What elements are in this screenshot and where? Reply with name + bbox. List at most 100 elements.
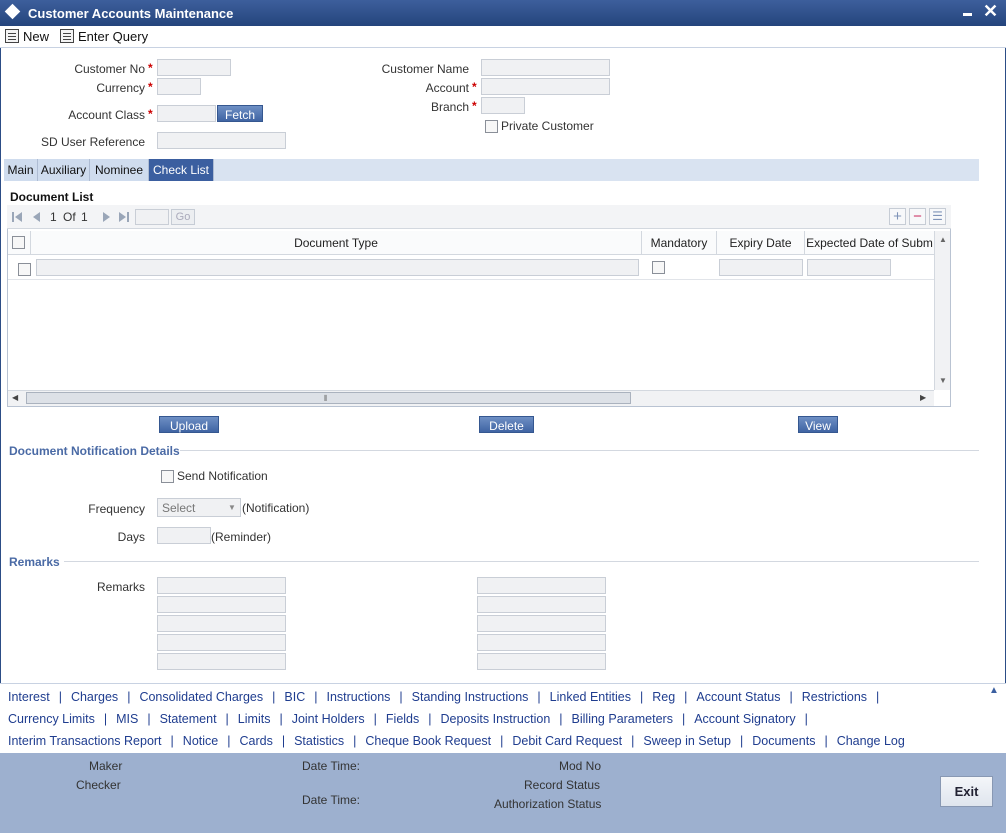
view-button[interactable]: View (798, 416, 838, 433)
private-customer-checkbox[interactable] (485, 120, 498, 133)
select-all-checkbox[interactable] (12, 236, 25, 249)
chevron-down-icon: ▼ (228, 503, 236, 512)
tab-main[interactable]: Main (4, 159, 38, 181)
link-notice[interactable]: Notice (183, 734, 218, 748)
remarks-input-1[interactable] (157, 577, 286, 594)
tab-nominee[interactable]: Nominee (90, 159, 149, 181)
link-fields[interactable]: Fields (386, 712, 419, 726)
mandatory-checkbox[interactable] (652, 261, 665, 274)
link-cheque-book-request[interactable]: Cheque Book Request (365, 734, 491, 748)
link-consolidated-charges[interactable]: Consolidated Charges (139, 690, 263, 704)
link-billing-parameters[interactable]: Billing Parameters (572, 712, 673, 726)
link-joint-holders[interactable]: Joint Holders (292, 712, 365, 726)
link-charges[interactable]: Charges (71, 690, 118, 704)
scroll-left-icon[interactable]: ◀ (12, 393, 18, 402)
delete-row-icon[interactable]: − (909, 208, 926, 225)
link-statement[interactable]: Statement (160, 712, 217, 726)
link-separator: | (58, 690, 62, 704)
link-sweep-in-setup[interactable]: Sweep in Setup (643, 734, 731, 748)
fetch-button[interactable]: Fetch (217, 105, 263, 122)
customer-no-required: * (148, 61, 153, 75)
link-bic[interactable]: BIC (284, 690, 305, 704)
horizontal-scroll-thumb[interactable]: ⦀ (26, 392, 631, 404)
enter-query-button[interactable]: Enter Query (60, 28, 148, 44)
branch-input[interactable] (481, 97, 525, 114)
account-class-input[interactable] (157, 105, 216, 122)
remarks-input-8[interactable] (477, 615, 606, 632)
tab-auxiliary[interactable]: Auxiliary (38, 159, 90, 181)
exit-button[interactable]: Exit (940, 776, 993, 807)
toolbar: New Enter Query (0, 26, 1006, 48)
remarks-input-3[interactable] (157, 615, 286, 632)
branch-label: Branch (430, 100, 469, 114)
last-page-bar (127, 212, 129, 222)
link-restrictions[interactable]: Restrictions (802, 690, 867, 704)
send-notification-checkbox[interactable] (161, 470, 174, 483)
expected-date-input[interactable] (807, 259, 891, 276)
link-interim-transactions-report[interactable]: Interim Transactions Report (8, 734, 162, 748)
link-mis[interactable]: MIS (116, 712, 138, 726)
days-label: Days (117, 530, 145, 544)
link-currency-limits[interactable]: Currency Limits (8, 712, 95, 726)
link-separator: | (804, 712, 808, 726)
link-linked-entities[interactable]: Linked Entities (550, 690, 631, 704)
sd-user-reference-input[interactable] (157, 132, 286, 149)
remarks-input-9[interactable] (477, 634, 606, 651)
link-reg[interactable]: Reg (652, 690, 675, 704)
delete-button[interactable]: Delete (479, 416, 534, 433)
multi-entry-icon[interactable]: ☰ (929, 208, 946, 225)
customer-no-input[interactable] (157, 59, 231, 76)
new-button[interactable]: New (5, 28, 49, 44)
upload-button[interactable]: Upload (159, 416, 219, 433)
document-type-input[interactable] (36, 259, 639, 276)
row-select-checkbox[interactable] (18, 263, 31, 276)
page-number-input[interactable] (135, 209, 169, 225)
link-account-status[interactable]: Account Status (696, 690, 780, 704)
go-button[interactable]: Go (171, 209, 195, 225)
currency-input[interactable] (157, 78, 201, 95)
remarks-input-4[interactable] (157, 634, 286, 651)
last-page-icon[interactable] (119, 212, 126, 222)
notification-section-title: Document Notification Details (9, 444, 180, 458)
link-limits[interactable]: Limits (238, 712, 271, 726)
expiry-date-input[interactable] (719, 259, 803, 276)
link-change-log[interactable]: Change Log (837, 734, 905, 748)
close-icon[interactable]: ✕ (983, 1, 998, 22)
frequency-suffix: (Notification) (242, 501, 310, 515)
days-input[interactable] (157, 527, 211, 544)
link-interest[interactable]: Interest (8, 690, 50, 704)
minimize-icon[interactable] (963, 13, 972, 16)
remarks-input-7[interactable] (477, 596, 606, 613)
link-documents[interactable]: Documents (752, 734, 815, 748)
grid-header: Document Type Mandatory Expiry Date Expe… (8, 231, 934, 255)
link-separator: | (824, 734, 828, 748)
account-input[interactable] (481, 78, 610, 95)
remarks-input-6[interactable] (477, 577, 606, 594)
vertical-scrollbar[interactable]: ▲ ▼ (934, 231, 950, 390)
link-cards[interactable]: Cards (239, 734, 272, 748)
table-row (8, 256, 934, 280)
page-total: 1 (81, 210, 88, 224)
tab-check-list[interactable]: Check List (149, 159, 214, 181)
link-deposits-instruction[interactable]: Deposits Instruction (441, 712, 551, 726)
remarks-input-10[interactable] (477, 653, 606, 670)
remarks-input-5[interactable] (157, 653, 286, 670)
link-account-signatory[interactable]: Account Signatory (694, 712, 795, 726)
frequency-select[interactable]: Select ▼ (157, 498, 241, 517)
collapse-links-icon[interactable]: ▲ (989, 685, 1003, 697)
link-statistics[interactable]: Statistics (294, 734, 344, 748)
scroll-up-icon[interactable]: ▲ (939, 235, 947, 244)
link-separator: | (639, 690, 644, 704)
add-row-icon[interactable]: + (889, 208, 906, 225)
link-debit-card-request[interactable]: Debit Card Request (512, 734, 622, 748)
previous-page-icon[interactable] (33, 212, 40, 222)
scroll-right-icon[interactable]: ▶ (920, 393, 926, 402)
customer-name-input[interactable] (481, 59, 610, 76)
remarks-input-2[interactable] (157, 596, 286, 613)
scroll-down-icon[interactable]: ▼ (939, 376, 947, 385)
link-standing-instructions[interactable]: Standing Instructions (412, 690, 529, 704)
next-page-icon[interactable] (103, 212, 110, 222)
first-page-icon[interactable] (15, 212, 22, 222)
links-row-1: Interest | Charges | Consolidated Charges | BI… (8, 690, 888, 704)
link-instructions[interactable]: Instructions (326, 690, 390, 704)
